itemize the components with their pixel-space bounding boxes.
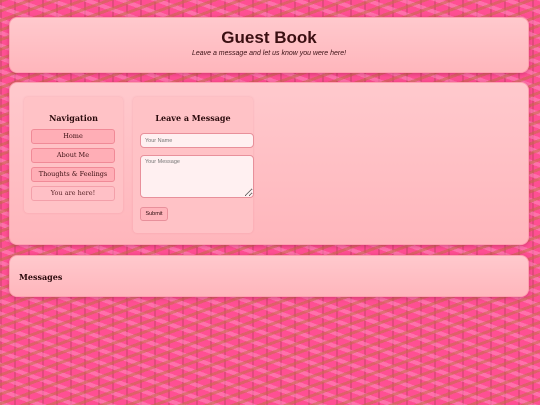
main-panel: Navigation Home About Me Thoughts & Feel… [9,82,529,245]
form-heading: Leave a Message [155,113,231,123]
nav-item-current-page[interactable]: You are here! [31,186,115,201]
header-panel: Guest Book Leave a message and let us kn… [9,17,529,73]
message-form-box: Leave a Message Submit [133,97,254,233]
submit-button[interactable]: Submit [140,207,168,221]
message-textarea[interactable] [140,155,254,198]
navigation-box: Navigation Home About Me Thoughts & Feel… [24,97,123,213]
navigation-list: Home About Me Thoughts & Feelings You ar… [31,129,115,205]
page-subtitle: Leave a message and let us know you were… [191,50,347,57]
nav-item-home[interactable]: Home [31,129,115,144]
navigation-heading: Navigation [49,113,98,123]
messages-heading: Messages [19,272,63,282]
nav-item-about-me[interactable]: About Me [31,148,115,163]
page-title: Guest Book [221,28,317,47]
messages-panel: Messages [9,255,529,297]
nav-item-thoughts-feelings[interactable]: Thoughts & Feelings [31,167,115,182]
name-input[interactable] [140,133,254,148]
